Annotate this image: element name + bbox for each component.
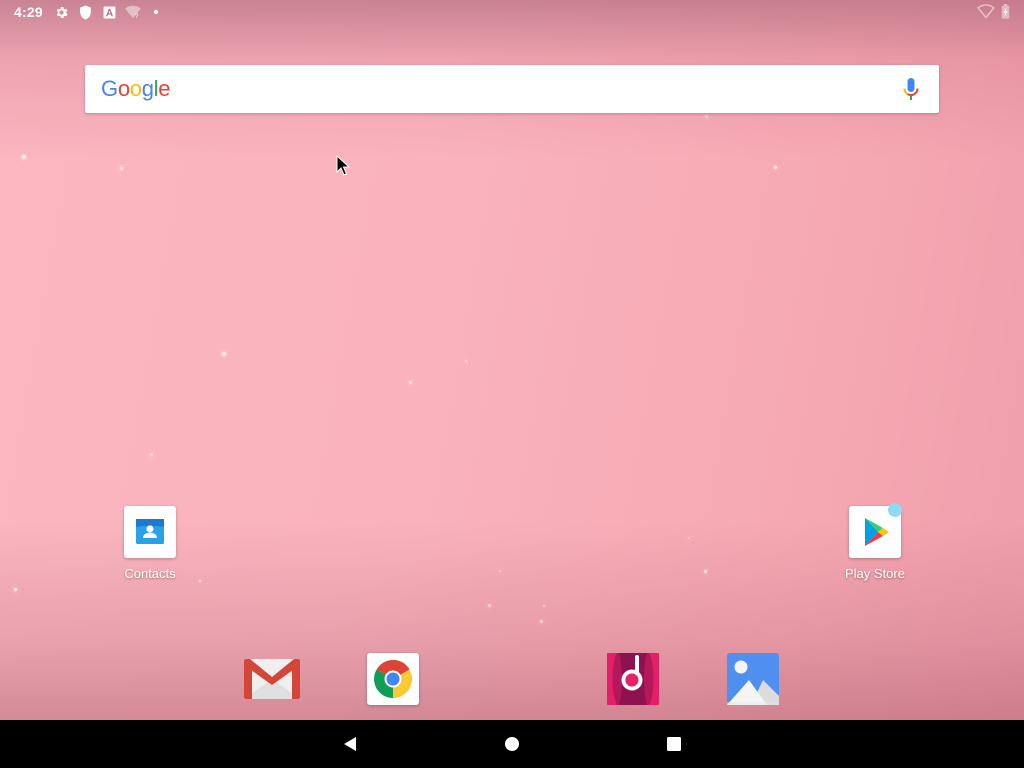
status-bar: 4:29 ? (0, 0, 1024, 24)
mic-icon[interactable] (903, 78, 919, 102)
wallpaper-sparkle (499, 570, 501, 572)
dock-gallery[interactable] (727, 653, 779, 705)
wallpaper-sparkle (409, 381, 412, 384)
wifi-question-icon: ? (125, 4, 141, 20)
wallpaper-sparkle (688, 537, 690, 539)
wifi-empty-icon (977, 4, 995, 24)
wallpaper-sparkle (540, 620, 543, 623)
back-icon (344, 737, 356, 751)
navigation-bar (0, 720, 1024, 768)
wallpaper-sparkle (465, 360, 467, 362)
wallpaper-sparkle (222, 352, 226, 356)
home-button[interactable] (500, 732, 524, 756)
settings-icon (53, 4, 69, 20)
status-time: 4:29 (14, 4, 43, 20)
google-logo-letter: e (158, 76, 171, 101)
mouse-cursor (336, 154, 351, 177)
google-logo-letter: o (129, 76, 142, 101)
shield-icon (77, 4, 93, 20)
wallpaper-sparkle (120, 167, 123, 170)
wallpaper-sparkle (705, 115, 708, 118)
dot-icon (148, 4, 164, 20)
gmail-icon (244, 659, 300, 699)
wallpaper-sparkle (22, 155, 26, 159)
music-icon (607, 653, 659, 705)
contacts-icon (124, 506, 176, 558)
wallpaper-sparkle (488, 604, 491, 607)
chrome-icon (367, 653, 419, 705)
dock-music[interactable] (607, 653, 659, 705)
google-logo-letter: G (101, 76, 118, 101)
app-label: Contacts (124, 566, 176, 581)
gallery-icon (727, 653, 779, 705)
back-button[interactable] (338, 732, 362, 756)
wallpaper-sparkle (543, 605, 545, 607)
app-label: Play Store (845, 566, 905, 581)
app-contacts[interactable]: Contacts (100, 506, 200, 581)
app-play-store[interactable]: Play Store (825, 503, 925, 581)
wallpaper-sparkle (14, 588, 17, 591)
home-icon (505, 737, 519, 751)
font-a-icon (101, 4, 117, 20)
google-search-bar[interactable]: Google (85, 65, 939, 113)
dock-chrome[interactable] (367, 653, 419, 705)
wallpaper-sparkle (774, 166, 777, 169)
dock-gmail[interactable] (242, 653, 300, 705)
google-logo-letter: o (117, 76, 130, 101)
svg-text:?: ? (135, 14, 139, 19)
google-logo-letter: g (141, 76, 154, 101)
wallpaper-sparkle (150, 453, 153, 456)
google-logo: Google (101, 76, 170, 102)
recents-icon (667, 737, 681, 751)
battery-charging-icon (1001, 4, 1010, 24)
recents-button[interactable] (662, 732, 686, 756)
notification-dot (888, 503, 902, 517)
wallpaper-sparkle (704, 570, 707, 573)
